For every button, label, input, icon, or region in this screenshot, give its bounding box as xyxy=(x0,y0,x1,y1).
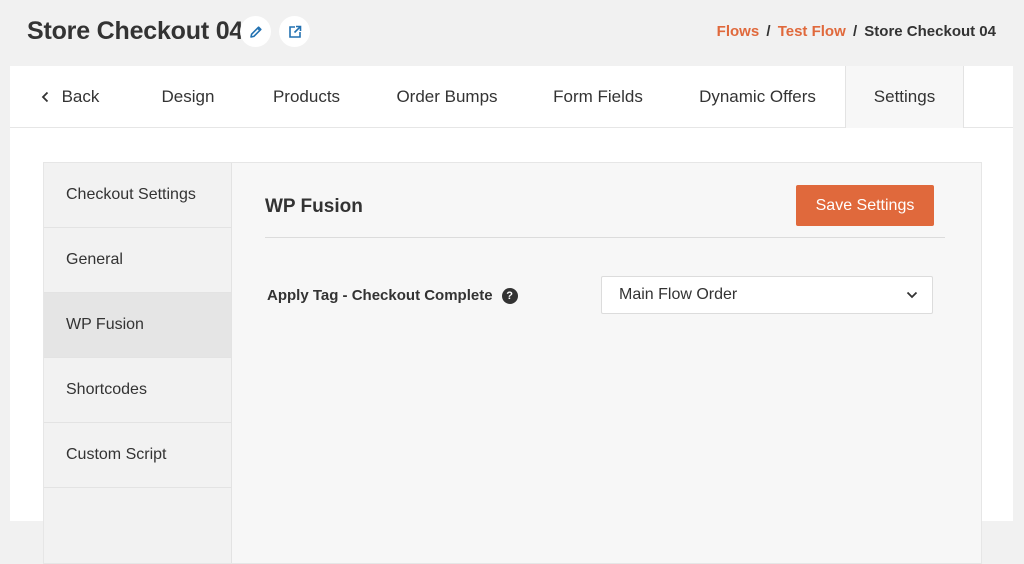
sidebar-item-custom-script[interactable]: Custom Script xyxy=(44,423,231,488)
tab-dynamic-offers[interactable]: Dynamic Offers xyxy=(691,66,824,127)
breadcrumb-current: Store Checkout 04 xyxy=(864,23,996,40)
save-settings-button[interactable]: Save Settings xyxy=(796,185,934,226)
breadcrumb-flows[interactable]: Flows xyxy=(717,23,760,40)
external-link-icon xyxy=(288,25,301,38)
apply-tag-select-value: Main Flow Order xyxy=(619,286,738,303)
breadcrumb-test-flow[interactable]: Test Flow xyxy=(778,23,846,40)
tab-bar: Back Design Products Order Bumps Form Fi… xyxy=(10,66,1013,128)
tab-settings[interactable]: Settings xyxy=(845,66,964,128)
chevron-down-icon xyxy=(906,286,918,304)
back-label: Back xyxy=(61,86,100,106)
edit-title-button[interactable] xyxy=(240,16,271,47)
settings-sidebar: Checkout Settings General WP Fusion Shor… xyxy=(44,163,232,563)
page-title: Store Checkout 04 xyxy=(27,17,244,45)
settings-panel: Checkout Settings General WP Fusion Shor… xyxy=(43,162,982,564)
breadcrumb: Flows / Test Flow / Store Checkout 04 xyxy=(717,23,996,40)
back-button[interactable]: Back xyxy=(38,66,102,127)
apply-tag-label-text: Apply Tag - Checkout Complete xyxy=(267,287,493,304)
tab-design[interactable]: Design xyxy=(147,66,229,127)
section-title: WP Fusion xyxy=(265,196,363,217)
apply-tag-label: Apply Tag - Checkout Complete ? xyxy=(267,287,518,304)
settings-main: WP Fusion Save Settings Apply Tag - Chec… xyxy=(232,163,981,563)
tab-form-fields[interactable]: Form Fields xyxy=(545,66,651,127)
section-divider xyxy=(265,237,945,238)
open-external-button[interactable] xyxy=(279,16,310,47)
sidebar-item-general[interactable]: General xyxy=(44,228,231,293)
pencil-icon xyxy=(249,25,262,38)
tab-order-bumps[interactable]: Order Bumps xyxy=(390,66,504,127)
tab-products[interactable]: Products xyxy=(264,66,349,127)
page-header: Store Checkout 04 Flows / Test Flow / St… xyxy=(0,0,1024,66)
question-circle-icon[interactable]: ? xyxy=(501,287,518,304)
sidebar-item-shortcodes[interactable]: Shortcodes xyxy=(44,358,231,423)
sidebar-item-wp-fusion[interactable]: WP Fusion xyxy=(44,293,231,358)
breadcrumb-separator: / xyxy=(766,23,771,40)
apply-tag-select[interactable]: Main Flow Order xyxy=(601,276,933,314)
content-area: Checkout Settings General WP Fusion Shor… xyxy=(10,128,1013,564)
breadcrumb-separator: / xyxy=(852,23,858,40)
chevron-left-icon xyxy=(41,91,50,103)
sidebar-item-checkout-settings[interactable]: Checkout Settings xyxy=(44,163,231,228)
